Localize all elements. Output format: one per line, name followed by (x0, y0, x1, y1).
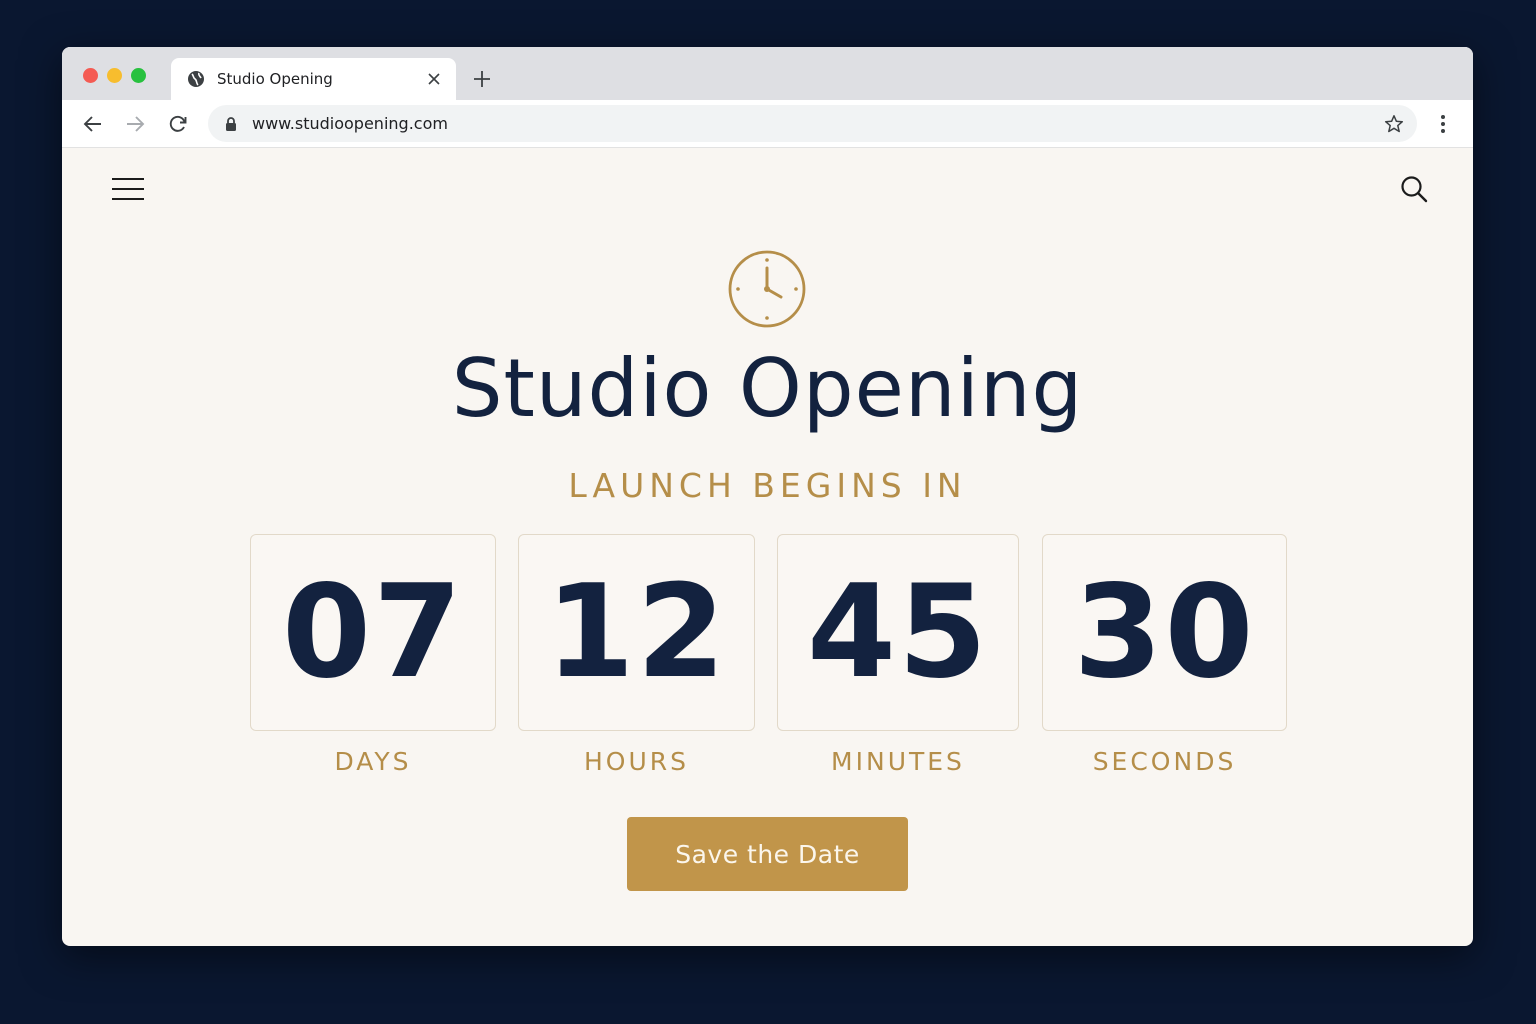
search-icon[interactable] (1399, 174, 1429, 204)
reload-icon[interactable] (166, 112, 190, 136)
hours-value: 12 (545, 558, 728, 707)
browser-tab[interactable]: Studio Opening (171, 58, 456, 100)
seconds-value: 30 (1073, 558, 1256, 707)
close-icon[interactable] (426, 71, 442, 87)
arrow-right-icon[interactable] (123, 112, 147, 136)
days-value: 07 (281, 558, 465, 707)
lock-icon (224, 116, 238, 132)
hours-counter: 12 (518, 534, 755, 731)
browser-window: Studio Opening www.studioopening.com Stu… (62, 47, 1473, 946)
star-icon[interactable] (1383, 113, 1405, 135)
url-text: www.studioopening.com (252, 114, 448, 133)
page-title: Studio Opening (451, 342, 1084, 435)
days-counter: 07 (250, 534, 496, 731)
seconds-label: SECONDS (1092, 747, 1237, 776)
browser-toolbar: www.studioopening.com (62, 100, 1473, 148)
minutes-counter: 45 (777, 534, 1019, 731)
globe-icon (187, 70, 205, 88)
countdown-subtitle: LAUNCH BEGINS IN (568, 466, 967, 505)
hamburger-menu-icon[interactable] (110, 174, 146, 204)
save-the-date-button[interactable]: Save the Date (627, 817, 908, 891)
minutes-label: MINUTES (831, 747, 965, 776)
tab-title: Studio Opening (217, 70, 333, 88)
hours-label: HOURS (583, 747, 689, 776)
address-bar[interactable]: www.studioopening.com (208, 105, 1417, 142)
clock-icon (727, 249, 807, 329)
plus-icon[interactable] (468, 65, 496, 93)
minimize-window-button[interactable] (107, 68, 122, 83)
close-window-button[interactable] (83, 68, 98, 83)
days-label: DAYS (334, 747, 412, 776)
kebab-menu-icon[interactable] (1432, 112, 1454, 136)
arrow-left-icon[interactable] (81, 112, 105, 136)
seconds-counter: 30 (1042, 534, 1287, 731)
window-controls (83, 68, 146, 83)
tab-bar: Studio Opening (62, 47, 1473, 100)
maximize-window-button[interactable] (131, 68, 146, 83)
minutes-value: 45 (806, 558, 990, 707)
page-content: Studio Opening LAUNCH BEGINS IN 07 12 45… (62, 148, 1473, 946)
